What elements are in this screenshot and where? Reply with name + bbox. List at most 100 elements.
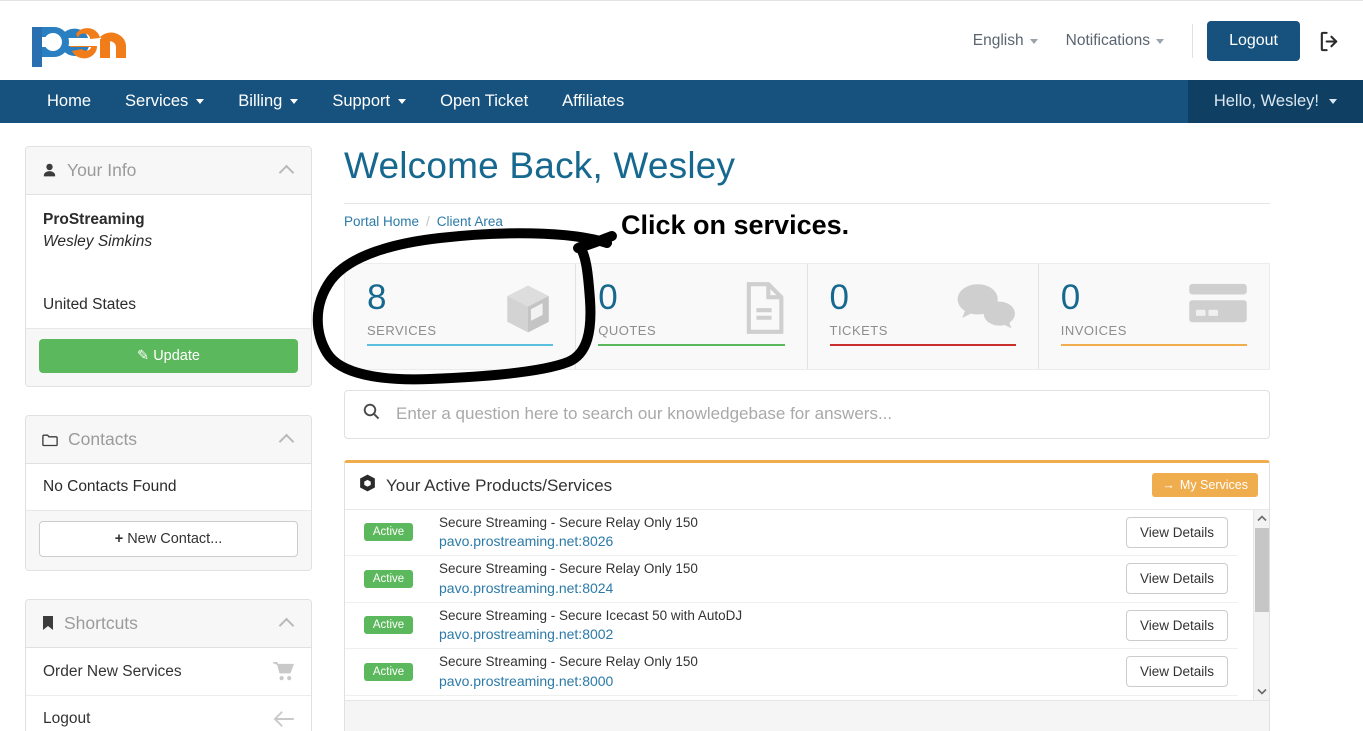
shortcut-logout[interactable]: Logout bbox=[26, 696, 311, 731]
nav-item-billing[interactable]: Billing bbox=[221, 80, 315, 123]
person-name: Wesley Simkins bbox=[43, 233, 153, 251]
service-info: Secure Streaming - Secure Relay Only 150… bbox=[439, 559, 1126, 598]
header-divider bbox=[1192, 24, 1194, 58]
service-hostname[interactable]: pavo.prostreaming.net:8002 bbox=[439, 625, 1126, 645]
panel-title: Your Info bbox=[67, 160, 137, 180]
knowledgebase-search[interactable] bbox=[344, 389, 1270, 439]
chevron-up-icon[interactable] bbox=[278, 618, 295, 634]
service-hostname[interactable]: pavo.prostreaming.net:8024 bbox=[439, 579, 1126, 599]
active-services-header: Your Active Products/Services → My Servi… bbox=[345, 463, 1269, 510]
service-info: Secure Streaming - Secure Relay Only 150… bbox=[439, 652, 1126, 691]
stat-rule bbox=[1060, 343, 1247, 346]
search-input[interactable] bbox=[396, 404, 1251, 425]
status-badge: Active bbox=[364, 523, 413, 542]
service-hostname[interactable]: pavo.prostreaming.net:8026 bbox=[439, 532, 1126, 552]
scroll-down-icon[interactable] bbox=[1254, 683, 1269, 700]
update-label: Update bbox=[153, 348, 200, 365]
nav-items: Home Services Billing Support Open Ticke… bbox=[0, 80, 1363, 123]
shortcut-label: Order New Services bbox=[43, 662, 182, 680]
stat-card-services[interactable]: 8 SERVICES bbox=[345, 263, 577, 369]
update-button[interactable]: ✎ Update bbox=[39, 339, 298, 374]
active-services-panel: Your Active Products/Services → My Servi… bbox=[344, 459, 1270, 731]
stat-card-invoices[interactable]: 0 INVOICES bbox=[1039, 264, 1269, 369]
user-menu[interactable]: Hello, Wesley! bbox=[1187, 80, 1363, 123]
view-details-button[interactable]: View Details bbox=[1125, 656, 1228, 688]
bookmark-icon bbox=[42, 616, 54, 631]
breadcrumb-separator: / bbox=[426, 213, 430, 229]
stat-card-tickets[interactable]: 0 TICKETS bbox=[808, 263, 1039, 369]
breadcrumb-client-area[interactable]: Client Area bbox=[437, 214, 503, 229]
active-services-title: Your Active Products/Services bbox=[386, 475, 613, 495]
cart-icon bbox=[273, 662, 294, 681]
my-services-button[interactable]: → My Services bbox=[1152, 472, 1258, 497]
stat-card-quotes[interactable]: 0 QUOTES bbox=[576, 263, 808, 369]
arrow-left-icon bbox=[273, 710, 294, 728]
arrow-right-icon: → bbox=[1162, 477, 1175, 492]
nav-label: Support bbox=[332, 92, 391, 110]
chat-bubbles-icon bbox=[956, 282, 1018, 337]
view-details-button[interactable]: View Details bbox=[1125, 609, 1228, 641]
breadcrumb: Portal Home / Client Area bbox=[344, 204, 1270, 229]
table-row[interactable]: Active Secure Streaming - Secure Relay O… bbox=[345, 649, 1238, 696]
chevron-down-icon bbox=[398, 99, 407, 104]
user-icon bbox=[42, 163, 57, 178]
nav-label: Services bbox=[125, 92, 189, 110]
your-info-header[interactable]: Your Info bbox=[26, 147, 311, 195]
service-info: Secure Streaming - Secure Icecast 50 wit… bbox=[439, 606, 1126, 645]
client-area-page: English Notifications Logout Home Servic… bbox=[0, 0, 1363, 731]
scrollbar-thumb[interactable] bbox=[1255, 527, 1269, 612]
nav-item-home[interactable]: Home bbox=[30, 80, 108, 123]
box-icon bbox=[359, 474, 376, 497]
stat-rule bbox=[598, 343, 785, 346]
box-icon bbox=[501, 282, 555, 341]
service-name: Secure Streaming - Secure Relay Only 150 bbox=[439, 514, 698, 530]
user-greeting-label: Hello, Wesley! bbox=[1213, 92, 1319, 110]
view-details-button[interactable]: View Details bbox=[1125, 563, 1228, 595]
view-details-button[interactable]: View Details bbox=[1125, 516, 1228, 548]
nav-item-affiliates[interactable]: Affiliates bbox=[545, 80, 641, 123]
new-contact-button[interactable]: + New Contact... bbox=[39, 521, 298, 558]
chevron-down-icon bbox=[1156, 38, 1165, 44]
nav-label: Open Ticket bbox=[440, 92, 529, 110]
service-name: Secure Streaming - Secure Relay Only 150 bbox=[439, 654, 698, 670]
chevron-down-icon bbox=[1029, 38, 1038, 44]
chevron-up-icon[interactable] bbox=[278, 434, 295, 450]
shortcut-order-new-services[interactable]: Order New Services bbox=[26, 648, 311, 697]
page-title: Welcome Back, Wesley bbox=[344, 145, 1270, 204]
services-scrollbar[interactable] bbox=[1253, 509, 1269, 700]
table-row[interactable]: Active Secure Streaming - Secure Relay O… bbox=[345, 556, 1238, 603]
shortcuts-header[interactable]: Shortcuts bbox=[26, 600, 311, 649]
service-rows: Active Secure Streaming - Secure Relay O… bbox=[345, 510, 1238, 696]
panel-contacts: Contacts No Contacts Found + New Contact… bbox=[25, 415, 312, 572]
service-hostname[interactable]: pavo.prostreaming.net:8000 bbox=[439, 672, 1126, 692]
nav-item-open-ticket[interactable]: Open Ticket bbox=[423, 80, 545, 123]
document-icon bbox=[741, 281, 787, 339]
chevron-up-icon[interactable] bbox=[278, 164, 295, 181]
psn-logo[interactable] bbox=[24, 13, 134, 69]
panel-title: Shortcuts bbox=[64, 613, 138, 634]
top-header: English Notifications Logout bbox=[0, 0, 1363, 80]
table-row[interactable]: Active Secure Streaming - Secure Relay O… bbox=[345, 510, 1238, 557]
stat-rule bbox=[367, 343, 554, 346]
service-info: Secure Streaming - Secure Relay Only 150… bbox=[439, 513, 1126, 552]
breadcrumb-portal-home[interactable]: Portal Home bbox=[344, 214, 419, 229]
folder-icon bbox=[42, 433, 58, 447]
language-selector[interactable]: English bbox=[959, 32, 1052, 50]
table-row[interactable]: Active Secure Streaming - Secure Icecast… bbox=[345, 603, 1238, 650]
stat-rule bbox=[829, 343, 1016, 346]
notifications-menu[interactable]: Notifications bbox=[1052, 32, 1178, 50]
nav-item-services[interactable]: Services bbox=[108, 80, 221, 123]
nav-item-support[interactable]: Support bbox=[315, 80, 423, 123]
contacts-header[interactable]: Contacts bbox=[26, 416, 311, 465]
nav-label: Affiliates bbox=[562, 92, 625, 110]
active-services-title-group: Your Active Products/Services bbox=[359, 474, 612, 497]
pencil-icon: ✎ bbox=[137, 348, 150, 365]
address-spacer bbox=[43, 254, 294, 294]
main-content: Welcome Back, Wesley Portal Home / Clien… bbox=[344, 145, 1270, 731]
country-name: United States bbox=[43, 295, 137, 313]
plus-icon: + bbox=[114, 531, 124, 548]
scroll-up-icon[interactable] bbox=[1254, 510, 1269, 527]
contacts-footer: + New Contact... bbox=[26, 510, 311, 571]
sign-out-icon[interactable] bbox=[1318, 30, 1341, 53]
logout-button[interactable]: Logout bbox=[1207, 21, 1300, 61]
